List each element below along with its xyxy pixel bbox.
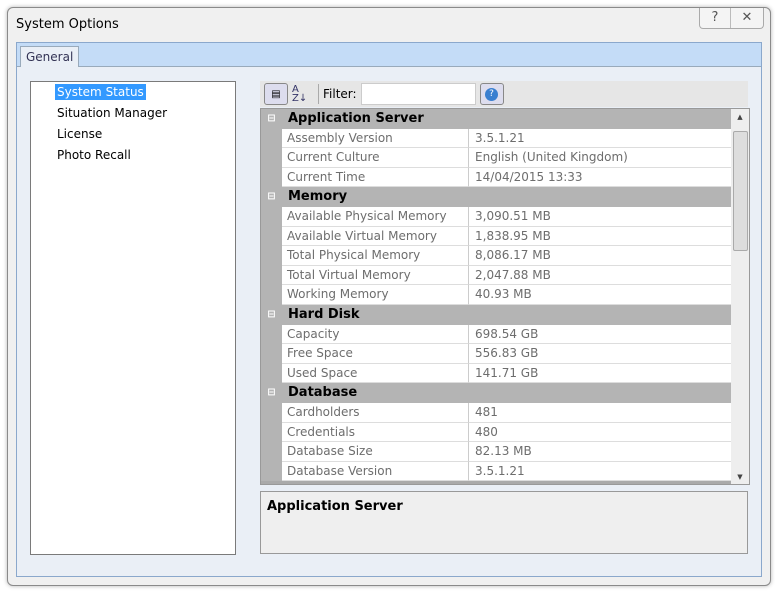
category-label: Memory [288,189,348,205]
scroll-thumb[interactable] [733,131,748,251]
scroll-down-icon[interactable]: ▼ [731,473,749,481]
property-value[interactable]: 8,086.17 MB [469,246,731,266]
category-row[interactable]: ⊟ Hard Disk [261,304,749,325]
property-name: Available Virtual Memory [282,226,469,247]
nav-item-photo-recall[interactable]: Photo Recall [55,147,133,163]
property-name: Capacity [282,324,469,345]
property-row[interactable]: Available Virtual Memory 1,838.95 MB [261,226,749,247]
property-value[interactable]: 1,838.95 MB [469,226,731,247]
property-row[interactable]: Used Space 141.71 GB [261,363,749,384]
filter-input[interactable] [360,83,476,105]
filter-label: Filter: [323,87,357,101]
property-row[interactable]: Capacity 698.54 GB [261,324,749,345]
property-name: Assembly Version [282,128,469,149]
category-label: Database [288,385,358,401]
category-label: Application Server [288,111,424,126]
property-value[interactable]: 82.13 MB [469,442,731,462]
property-value[interactable]: 40.93 MB [469,285,731,305]
property-name: Total Virtual Memory [282,265,469,286]
close-button[interactable]: ✕ [730,8,763,28]
collapse-icon[interactable]: ⊟ [261,383,282,403]
vertical-scrollbar[interactable]: ▲ ▼ [731,109,749,484]
property-name: Available Physical Memory [282,206,469,227]
collapse-icon[interactable]: ⊟ [261,187,282,207]
property-row[interactable]: Working Memory 40.93 MB [261,285,749,305]
property-row[interactable]: Free Space 556.83 GB [261,344,749,364]
scroll-up-icon[interactable]: ▲ [731,113,749,121]
property-value[interactable]: 481 [469,402,731,423]
property-value[interactable]: 480 [469,422,731,443]
property-value[interactable]: 3.5.1.21 [469,128,731,149]
description-panel: Application Server [260,491,748,554]
property-value[interactable]: 14/04/2015 13:33 [469,167,731,188]
property-grid: ⊟ Application Server Assembly Version 3.5.1… [260,108,750,485]
category-row[interactable]: ⊟ Application Server [261,109,749,129]
property-row[interactable]: Credentials 480 [261,422,749,443]
help-button[interactable]: ? [700,8,730,28]
property-row[interactable]: Database Version 3.5.1.21 [261,461,749,482]
property-row[interactable]: Available Physical Memory 3,090.51 MB [261,206,749,227]
property-name: Database Version [282,461,469,482]
property-name: Cardholders [282,402,469,423]
property-value[interactable]: 3.5.1.21 [469,461,731,482]
property-value[interactable]: 141.71 GB [469,363,731,384]
property-row[interactable]: Total Virtual Memory 2,047.88 MB [261,265,749,286]
system-options-window: System Options ? ✕ General System Status… [7,7,771,586]
options-nav-list: System Status Situation Manager License … [30,81,236,555]
property-name: Current Culture [282,148,469,168]
tab-panel: General System Status Situation Manager … [16,42,762,577]
nav-item-system-status[interactable]: System Status [55,84,146,100]
property-row[interactable]: Current Culture English (United Kingdom) [261,148,749,168]
property-value[interactable]: 3,090.51 MB [469,206,731,227]
property-row[interactable]: Assembly Version 3.5.1.21 [261,128,749,149]
property-value[interactable]: 556.83 GB [469,344,731,364]
property-name: Working Memory [282,285,469,305]
property-row[interactable]: Cardholders 481 [261,402,749,423]
category-row[interactable]: ⊟ Memory [261,187,749,207]
window-title: System Options [16,17,119,32]
property-name: Used Space [282,363,469,384]
nav-item-license[interactable]: License [55,126,104,142]
property-row[interactable]: Database Size 82.13 MB [261,442,749,462]
property-value[interactable]: English (United Kingdom) [469,148,731,168]
property-value[interactable]: 698.54 GB [469,324,731,345]
categorized-view-icon[interactable]: ▤ [264,83,288,105]
collapse-icon[interactable]: ⊟ [261,109,282,129]
collapse-icon[interactable]: ⊟ [261,304,282,325]
nav-item-situation-manager[interactable]: Situation Manager [55,105,169,121]
help-search-icon[interactable]: ? [479,83,504,105]
category-row[interactable]: ⊟ Database [261,383,749,403]
description-title: Application Server [267,499,403,514]
property-name: Free Space [282,344,469,364]
tab-general[interactable]: General [20,46,80,67]
property-name: Current Time [282,167,469,188]
category-label: Hard Disk [288,306,360,322]
property-name: Credentials [282,422,469,443]
property-grid-toolbar: ▤ A Z↓ Filter: ? [260,81,748,107]
property-value[interactable]: 2,047.88 MB [469,265,731,286]
property-name: Database Size [282,442,469,462]
property-name: Total Physical Memory [282,246,469,266]
property-row[interactable]: Total Physical Memory 8,086.17 MB [261,246,749,266]
alphabetical-sort-icon[interactable]: A Z↓ [292,85,314,104]
property-row[interactable]: Current Time 14/04/2015 13:33 [261,167,749,188]
